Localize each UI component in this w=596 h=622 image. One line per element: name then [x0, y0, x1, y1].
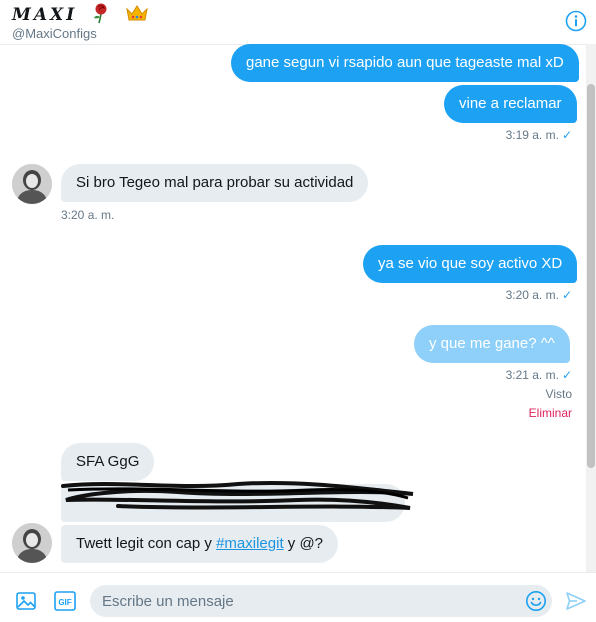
crown-icon — [126, 5, 148, 21]
timestamp-text: 3:21 a. m. — [505, 368, 559, 382]
message-outgoing[interactable]: y que me gane? ^^ — [414, 325, 570, 363]
contact-handle[interactable]: @MaxiConfigs — [12, 26, 97, 41]
seen-status: Visto — [545, 387, 572, 401]
message-input[interactable] — [90, 585, 552, 617]
contact-name-text: MAXI — [12, 5, 78, 25]
message-incoming[interactable]: Si bro Tegeo mal para probar su activida… — [61, 164, 369, 202]
contact-name[interactable]: MAXI — [12, 2, 149, 25]
avatar[interactable] — [12, 523, 52, 563]
timestamp-text: 3:20 a. m. — [505, 288, 559, 302]
message-text: Twett legit con cap y — [76, 535, 217, 552]
message-outgoing[interactable]: gane segun vi rsapido aun que tageaste m… — [231, 44, 579, 82]
message-timestamp: 3:21 a. m. ✓ — [480, 368, 572, 382]
message-incoming[interactable]: SFA GgG — [61, 443, 155, 481]
message-incoming[interactable]: Twett legit con cap y #maxilegit y @? — [61, 525, 339, 563]
message-timestamp: 3:20 a. m. — [61, 208, 115, 222]
avatar[interactable] — [12, 164, 52, 204]
scrollbar-thumb[interactable] — [587, 84, 595, 468]
timestamp-text: 3:19 a. m. — [505, 128, 559, 142]
message-timestamp: 3:19 a. m. ✓ — [480, 128, 572, 142]
checkmark-icon: ✓ — [561, 368, 572, 382]
delete-message-link[interactable]: Eliminar — [480, 406, 572, 420]
message-text: y @? — [283, 535, 324, 552]
hashtag-link[interactable]: #maxilegit — [216, 535, 284, 552]
message-outgoing[interactable]: ya se vio que soy activo XD — [363, 245, 578, 283]
redaction-scribble — [61, 480, 414, 510]
checkmark-icon: ✓ — [561, 288, 572, 302]
message-outgoing[interactable]: vine a reclamar — [444, 85, 577, 123]
send-icon[interactable] — [565, 590, 587, 612]
gif-icon[interactable]: GIF — [54, 591, 76, 611]
conversation-header: MAXI @MaxiConfigs — [0, 0, 596, 44]
scrollbar[interactable] — [586, 44, 596, 572]
svg-text:GIF: GIF — [58, 598, 71, 607]
rose-icon — [94, 3, 107, 24]
message-timestamp: 3:20 a. m. ✓ — [480, 288, 572, 302]
image-icon[interactable] — [15, 590, 37, 612]
checkmark-icon: ✓ — [561, 128, 572, 142]
info-icon[interactable] — [565, 10, 587, 32]
emoji-icon[interactable] — [525, 590, 547, 612]
